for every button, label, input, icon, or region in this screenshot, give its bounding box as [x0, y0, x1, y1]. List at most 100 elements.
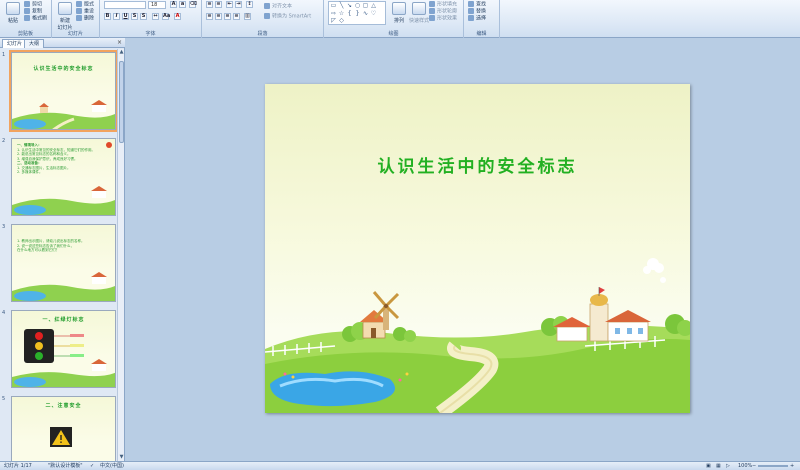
replace-button[interactable]: 替换: [468, 8, 486, 15]
paste-icon: [6, 2, 20, 15]
shape-effects-button[interactable]: 形状效果: [429, 15, 457, 22]
clear-format-button[interactable]: ⌫: [189, 1, 197, 8]
close-icon[interactable]: ×: [117, 39, 122, 47]
line-shape-icon[interactable]: ╲: [338, 3, 345, 9]
reset-icon: [76, 8, 82, 14]
slide-title[interactable]: 认识生活中的安全标志: [265, 152, 690, 177]
bullets-button[interactable]: ≡: [206, 1, 213, 8]
strikethrough-button[interactable]: S: [131, 13, 138, 20]
oval-shape-icon[interactable]: ○: [354, 3, 361, 9]
shadow-button[interactable]: S: [140, 13, 147, 20]
align-right-button[interactable]: ≡: [224, 13, 231, 20]
arrange-button[interactable]: 排列: [390, 2, 408, 24]
quick-styles-button[interactable]: 快速样式: [408, 2, 430, 24]
select-button[interactable]: 选择: [468, 15, 486, 22]
shape-fill-button[interactable]: 形状填充: [429, 1, 457, 8]
align-text-icon: [264, 3, 270, 9]
heart-shape-icon[interactable]: ♡: [370, 11, 377, 17]
numbering-button[interactable]: ≡: [215, 1, 222, 8]
shape-outline-button[interactable]: 形状轮廓: [429, 8, 457, 15]
italic-button[interactable]: I: [113, 13, 120, 20]
rectangle-shape-icon[interactable]: ▭: [330, 3, 337, 9]
triangle-shape-icon[interactable]: △: [370, 3, 377, 9]
align-center-button[interactable]: ≡: [215, 13, 222, 20]
thumbnail-number: 4: [2, 310, 6, 316]
align-text-button[interactable]: 对齐文本: [264, 3, 292, 10]
font-size-field[interactable]: 18: [148, 1, 166, 9]
line-spacing-button[interactable]: ↕: [246, 1, 253, 8]
curve-shape-icon[interactable]: ∿: [362, 11, 369, 17]
align-left-button[interactable]: ≡: [206, 13, 213, 20]
sorter-view-icon[interactable]: ▦: [716, 462, 721, 470]
font-group: 18 A a ⌫ B I U S S ↔ Aa A 字体: [100, 0, 202, 38]
warning-sign-image: [50, 427, 72, 447]
underline-button[interactable]: U: [122, 13, 129, 20]
paste-button[interactable]: 粘贴: [3, 2, 23, 24]
slides-panel: 幻灯片 大纲 × 1 认识生活中的安全标志 2 一、情境导入： 1. 认识生活中…: [0, 38, 125, 461]
clipboard-group: 粘贴 剪切 复制 格式刷 剪贴板: [0, 0, 52, 38]
spellcheck-icon[interactable]: ✓: [90, 462, 94, 470]
paragraph-group: ≡ ≡ ⇤ ⇥ ↕ ≡ ≡ ≡ ≡ ▥ 对齐文本 转换为 SmartArt 段落: [202, 0, 324, 38]
arrow-shape-icon[interactable]: ↘: [346, 3, 353, 9]
shapes-gallery[interactable]: ▭ ╲ ↘ ○ ▢ △ ⇨ ☆ { } ∿ ♡ ◸ ◇: [328, 1, 386, 25]
change-case-button[interactable]: Aa: [162, 13, 170, 20]
spacing-button[interactable]: ↔: [152, 13, 159, 20]
tab-outline[interactable]: 大纲: [24, 39, 45, 48]
diamond-shape-icon[interactable]: ◇: [338, 18, 345, 24]
convert-smartart-button[interactable]: 转换为 SmartArt: [264, 13, 311, 20]
delete-button[interactable]: 删除: [76, 15, 94, 22]
bold-button[interactable]: B: [104, 13, 111, 20]
cut-button[interactable]: 剪切: [24, 1, 42, 8]
thumbnail-slide-1[interactable]: 认识生活中的安全标志: [9, 50, 117, 132]
justify-button[interactable]: ≡: [233, 13, 240, 20]
slide-counter: 幻灯片 1/17: [4, 463, 32, 469]
zoom-level[interactable]: 100%: [738, 462, 752, 470]
new-slide-icon: [58, 2, 72, 15]
scissors-icon: [24, 1, 30, 7]
layout-button[interactable]: 版式: [76, 1, 94, 8]
binoculars-icon: [468, 1, 474, 7]
find-button[interactable]: 查找: [468, 1, 486, 8]
scroll-up-icon[interactable]: ▲: [118, 49, 125, 56]
theme-name: "默认设计模板": [48, 463, 83, 469]
thumbnail-scrollbar[interactable]: ▲ ▼: [117, 49, 124, 461]
landscape-image: [12, 100, 115, 129]
effects-icon: [429, 15, 435, 21]
slides-label: 幻灯片: [67, 31, 83, 37]
decrease-indent-button[interactable]: ⇤: [226, 1, 233, 8]
arrange-icon: [392, 2, 406, 15]
thumbnail-number: 2: [2, 138, 6, 144]
slideshow-view-icon[interactable]: ▷: [726, 462, 730, 470]
grow-font-button[interactable]: A: [170, 1, 177, 8]
thumbnail-slide-4[interactable]: 一、红绿灯标志: [11, 310, 116, 388]
scroll-down-icon[interactable]: ▼: [118, 454, 125, 461]
outline-icon: [429, 8, 435, 14]
normal-view-icon[interactable]: ▣: [706, 462, 711, 470]
status-bar: 幻灯片 1/17 "默认设计模板" ✓ 中文(中国) ▣ ▦ ▷ 100% − …: [0, 461, 800, 470]
copy-button[interactable]: 复制: [24, 8, 42, 15]
rounded-rect-shape-icon[interactable]: ▢: [362, 3, 369, 9]
brace-right-shape-icon[interactable]: }: [354, 11, 361, 17]
reset-button[interactable]: 重设: [76, 8, 94, 15]
thumbnail-number: 1: [2, 52, 6, 58]
columns-button[interactable]: ▥: [244, 13, 251, 20]
scroll-thumb[interactable]: [119, 61, 124, 143]
zoom-slider[interactable]: [758, 465, 788, 467]
callout-shape-icon[interactable]: ◸: [330, 18, 337, 24]
increase-indent-button[interactable]: ⇥: [235, 1, 242, 8]
thumbnail-slide-3[interactable]: 1. 教师出示图片，请幼儿说出标志的名称。 2. 说一说这些标志告诉了我们什么，…: [11, 224, 116, 302]
zoom-out-icon[interactable]: −: [752, 462, 756, 470]
zoom-in-icon[interactable]: +: [790, 462, 794, 470]
font-name-field[interactable]: [104, 1, 146, 9]
thumbnail-slide-5[interactable]: 二、注意安全: [11, 396, 116, 461]
ribbon: 粘贴 剪切 复制 格式刷 剪贴板 新建 幻灯片 版式 重设 删除 幻灯片 18 …: [0, 0, 800, 38]
layout-icon: [76, 1, 82, 7]
slide-canvas[interactable]: 认识生活中的安全标志: [265, 84, 690, 413]
thumbnail-slide-2[interactable]: 一、情境导入： 1. 认识生活中常见的安全标志，知道它们的作用。 2. 能说出常…: [11, 138, 116, 216]
traffic-light-image: [12, 329, 115, 387]
brace-shape-icon[interactable]: {: [346, 11, 353, 17]
new-slide-button[interactable]: 新建 幻灯片: [54, 2, 76, 31]
format-painter-button[interactable]: 格式刷: [24, 15, 47, 22]
shrink-font-button[interactable]: a: [179, 1, 186, 8]
font-color-button[interactable]: A: [174, 13, 181, 20]
